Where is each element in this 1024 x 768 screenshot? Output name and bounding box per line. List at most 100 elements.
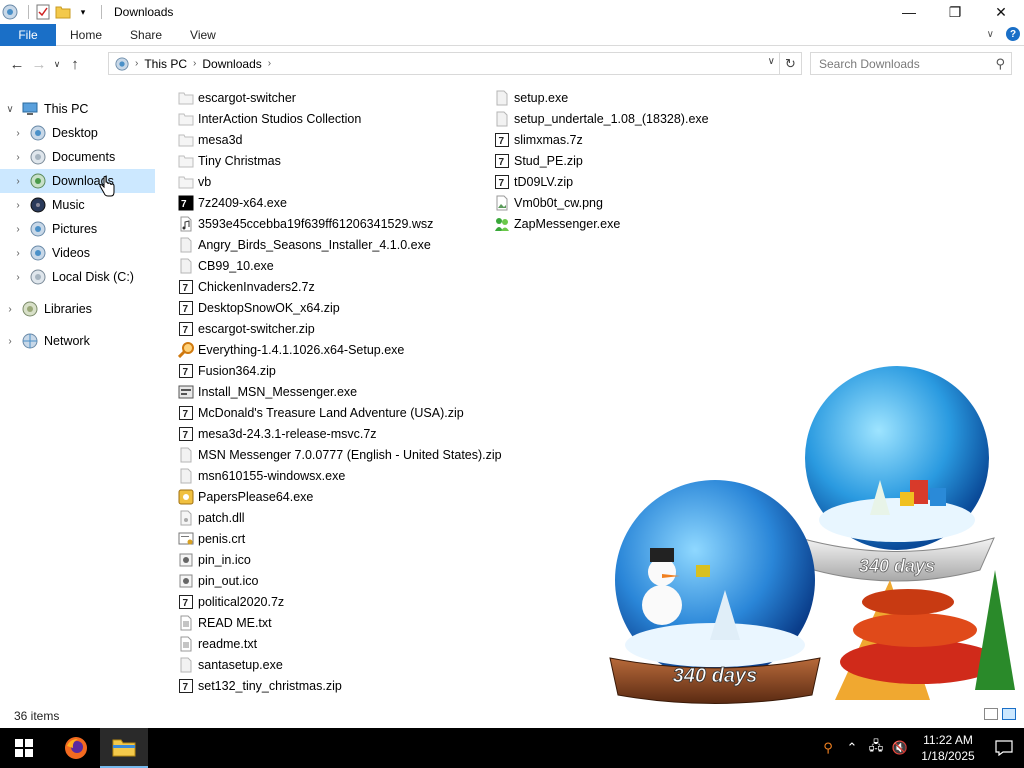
file-item[interactable]: Everything-1.4.1.1026.x64-Setup.exe: [178, 339, 502, 360]
collapse-chevron-icon[interactable]: ∨: [4, 104, 16, 115]
expand-chevron-icon[interactable]: ›: [4, 304, 16, 315]
tab-share[interactable]: Share: [116, 24, 176, 46]
tab-home[interactable]: Home: [56, 24, 116, 46]
back-arrow-icon[interactable]: ←: [6, 53, 28, 75]
properties-icon[interactable]: [35, 4, 51, 20]
file-item[interactable]: MSN Messenger 7.0.0777 (English - United…: [178, 444, 502, 465]
nav-item-documents[interactable]: › Documents: [12, 145, 155, 169]
expand-chevron-icon[interactable]: ›: [12, 128, 24, 139]
expand-ribbon-icon[interactable]: ∨: [987, 29, 994, 40]
new-folder-icon[interactable]: [55, 4, 71, 20]
show-hidden-icons-chevron-icon[interactable]: ⌃: [840, 728, 864, 768]
file-item[interactable]: Vm0b0t_cw.png: [494, 192, 709, 213]
nav-item-libraries[interactable]: › Libraries: [4, 297, 154, 321]
file-item[interactable]: readme.txt: [178, 633, 502, 654]
file-item[interactable]: mesa3d: [178, 129, 502, 150]
expand-chevron-icon[interactable]: ›: [12, 176, 24, 187]
file-item[interactable]: 7 ChickenInvaders2.7z: [178, 276, 502, 297]
list-view-button[interactable]: [1002, 708, 1016, 720]
file-item[interactable]: ZapMessenger.exe: [494, 213, 709, 234]
expand-chevron-icon[interactable]: ›: [4, 336, 16, 347]
nav-item-desktop[interactable]: › Desktop: [12, 121, 155, 145]
explorer-app-icon[interactable]: [2, 4, 18, 20]
file-item[interactable]: vb: [178, 171, 502, 192]
file-item[interactable]: pin_in.ico: [178, 549, 502, 570]
nav-item-network[interactable]: › Network: [4, 329, 154, 353]
forward-arrow-icon[interactable]: →: [28, 53, 50, 75]
file-item[interactable]: InterAction Studios Collection: [178, 108, 502, 129]
network-tray-icon[interactable]: 🖧: [864, 728, 888, 768]
breadcrumb-chevron-icon[interactable]: ›: [268, 58, 271, 69]
file-item[interactable]: setup.exe: [494, 87, 709, 108]
file-item[interactable]: Tiny Christmas: [178, 150, 502, 171]
file-item[interactable]: 7 7z2409-x64.exe: [178, 192, 502, 213]
search-icon[interactable]: ⚲: [995, 56, 1005, 72]
action-center-icon[interactable]: [984, 728, 1024, 768]
file-item[interactable]: pin_out.ico: [178, 570, 502, 591]
expand-chevron-icon[interactable]: ›: [12, 200, 24, 211]
recent-locations-chevron-icon[interactable]: ∨: [50, 53, 64, 75]
expand-chevron-icon[interactable]: ›: [12, 272, 24, 283]
file-item[interactable]: santasetup.exe: [178, 654, 502, 675]
address-bar[interactable]: › This PC › Downloads › ∨: [108, 52, 780, 75]
file-item[interactable]: patch.dll: [178, 507, 502, 528]
file-item[interactable]: msn610155-windowsx.exe: [178, 465, 502, 486]
file-item[interactable]: penis.crt: [178, 528, 502, 549]
file-item[interactable]: 7 set132_tiny_christmas.zip: [178, 675, 502, 696]
customize-toolbar-icon[interactable]: ▾: [75, 4, 91, 20]
nav-item-music[interactable]: › Music: [12, 193, 155, 217]
up-arrow-icon[interactable]: ↑: [64, 53, 86, 75]
file-item[interactable]: escargot-switcher: [178, 87, 502, 108]
nav-item-pictures[interactable]: › Pictures: [12, 217, 155, 241]
file-item[interactable]: 7 mesa3d-24.3.1-release-msvc.7z: [178, 423, 502, 444]
start-button[interactable]: [0, 728, 48, 768]
tab-file[interactable]: File: [0, 23, 56, 46]
volume-muted-icon[interactable]: 🔇: [888, 728, 912, 768]
expand-chevron-icon[interactable]: ›: [12, 152, 24, 163]
file-item[interactable]: Angry_Birds_Seasons_Installer_4.1.0.exe: [178, 234, 502, 255]
firefox-taskbar-button[interactable]: [52, 728, 100, 768]
breadcrumb-this-pc[interactable]: This PC: [144, 57, 187, 71]
nav-item-videos[interactable]: › Videos: [12, 241, 155, 265]
file-column: escargot-switcher InterAction Studios Col…: [178, 87, 502, 696]
file-item[interactable]: 7 slimxmas.7z: [494, 129, 709, 150]
nav-item-local-disk[interactable]: › Local Disk (C:): [12, 265, 155, 289]
window-controls: — ❐ ✕: [886, 0, 1024, 24]
everything-search-tray-icon[interactable]: ⚲: [816, 728, 840, 768]
quick-access-toolbar: ▾: [0, 0, 108, 24]
file-item[interactable]: 7 tD09LV.zip: [494, 171, 709, 192]
search-input[interactable]: [819, 56, 979, 71]
file-item[interactable]: 7 McDonald's Treasure Land Adventure (USA…: [178, 402, 502, 423]
expand-chevron-icon[interactable]: ›: [12, 248, 24, 259]
breadcrumb-chevron-icon[interactable]: ›: [193, 58, 196, 69]
firefox-icon: [65, 737, 87, 759]
file-item[interactable]: Install_MSN_Messenger.exe: [178, 381, 502, 402]
nav-item-downloads[interactable]: › Downloads: [0, 169, 155, 193]
maximize-button[interactable]: ❐: [932, 0, 978, 24]
breadcrumb-downloads[interactable]: Downloads: [202, 57, 261, 71]
minimize-button[interactable]: —: [886, 0, 932, 24]
file-explorer-taskbar-button[interactable]: [100, 728, 148, 768]
file-item[interactable]: 7 DesktopSnowOK_x64.zip: [178, 297, 502, 318]
file-item[interactable]: 7 Stud_PE.zip: [494, 150, 709, 171]
close-button[interactable]: ✕: [978, 0, 1024, 24]
address-dropdown-icon[interactable]: ∨: [768, 56, 775, 67]
help-icon[interactable]: ?: [1006, 27, 1020, 41]
file-item[interactable]: 3593e45ccebba19f639ff61206341529.wsz: [178, 213, 502, 234]
file-item[interactable]: 7 Fusion364.zip: [178, 360, 502, 381]
details-view-button[interactable]: [984, 708, 998, 720]
file-item[interactable]: 7 escargot-switcher.zip: [178, 318, 502, 339]
refresh-icon[interactable]: ↻: [780, 52, 802, 75]
tab-view[interactable]: View: [176, 24, 230, 46]
network-icon: [22, 333, 38, 349]
file-item[interactable]: PapersPlease64.exe: [178, 486, 502, 507]
file-item[interactable]: setup_undertale_1.08_(18328).exe: [494, 108, 709, 129]
file-item[interactable]: READ ME.txt: [178, 612, 502, 633]
clock[interactable]: 11:22 AM 1/18/2025: [912, 732, 984, 764]
file-item[interactable]: 7 political2020.7z: [178, 591, 502, 612]
search-box[interactable]: ⚲: [810, 52, 1012, 75]
file-item[interactable]: CB99_10.exe: [178, 255, 502, 276]
file-name: ZapMessenger.exe: [514, 216, 621, 231]
expand-chevron-icon[interactable]: ›: [12, 224, 24, 235]
nav-item-this-pc[interactable]: ∨ This PC: [4, 97, 154, 121]
